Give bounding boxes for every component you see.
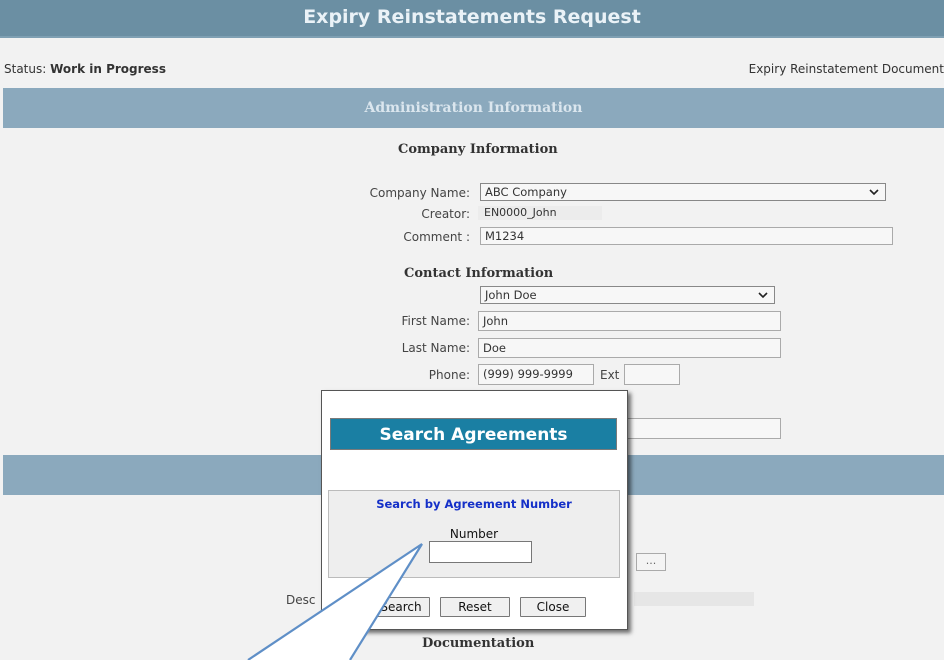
chevron-down-icon <box>869 184 879 205</box>
contact-info-heading: Contact Information <box>404 266 554 281</box>
ext-field[interactable] <box>624 364 680 385</box>
contact-select[interactable]: John Doe <box>480 286 775 304</box>
company-name-label: Company Name: <box>369 186 470 200</box>
status-label: Status: <box>4 62 47 76</box>
reset-button[interactable]: Reset <box>440 597 510 617</box>
administration-section-title: Administration Information <box>364 100 583 116</box>
comment-field[interactable]: M1234 <box>480 227 893 245</box>
first-name-field[interactable]: John <box>478 311 781 331</box>
search-by-number-heading: Search by Agreement Number <box>376 497 572 511</box>
description-value <box>634 592 754 606</box>
phone-field[interactable]: (999) 999-9999 <box>478 364 594 385</box>
page-title: Expiry Reinstatements Request <box>0 0 944 38</box>
documentation-heading: Documentation <box>422 636 535 651</box>
comment-label: Comment : <box>403 230 470 244</box>
company-name-select[interactable]: ABC Company <box>480 183 886 201</box>
last-name-field[interactable]: Doe <box>478 338 781 358</box>
chevron-down-icon <box>758 287 768 308</box>
browse-button[interactable]: ... <box>636 553 666 571</box>
callout-pointer <box>247 543 423 660</box>
status-value: Work in Progress <box>50 62 166 76</box>
last-name-label: Last Name: <box>401 341 470 355</box>
close-button[interactable]: Close <box>520 597 586 617</box>
company-name-value: ABC Company <box>485 185 567 199</box>
agreement-number-input[interactable] <box>429 541 532 563</box>
document-type-label: Expiry Reinstatement Document <box>748 62 944 76</box>
ext-label: Ext <box>600 368 620 382</box>
company-info-heading: Company Information <box>398 142 558 157</box>
contact-select-value: John Doe <box>485 288 537 302</box>
status-line: Status: Work in Progress <box>4 62 166 76</box>
creator-value: EN0000_John <box>478 206 602 220</box>
creator-label: Creator: <box>421 207 470 221</box>
first-name-label: First Name: <box>401 314 470 328</box>
number-label: Number <box>449 527 499 541</box>
phone-label: Phone: <box>428 368 470 382</box>
administration-section-header: Administration Information <box>3 88 944 128</box>
dialog-title: Search Agreements <box>330 418 617 450</box>
